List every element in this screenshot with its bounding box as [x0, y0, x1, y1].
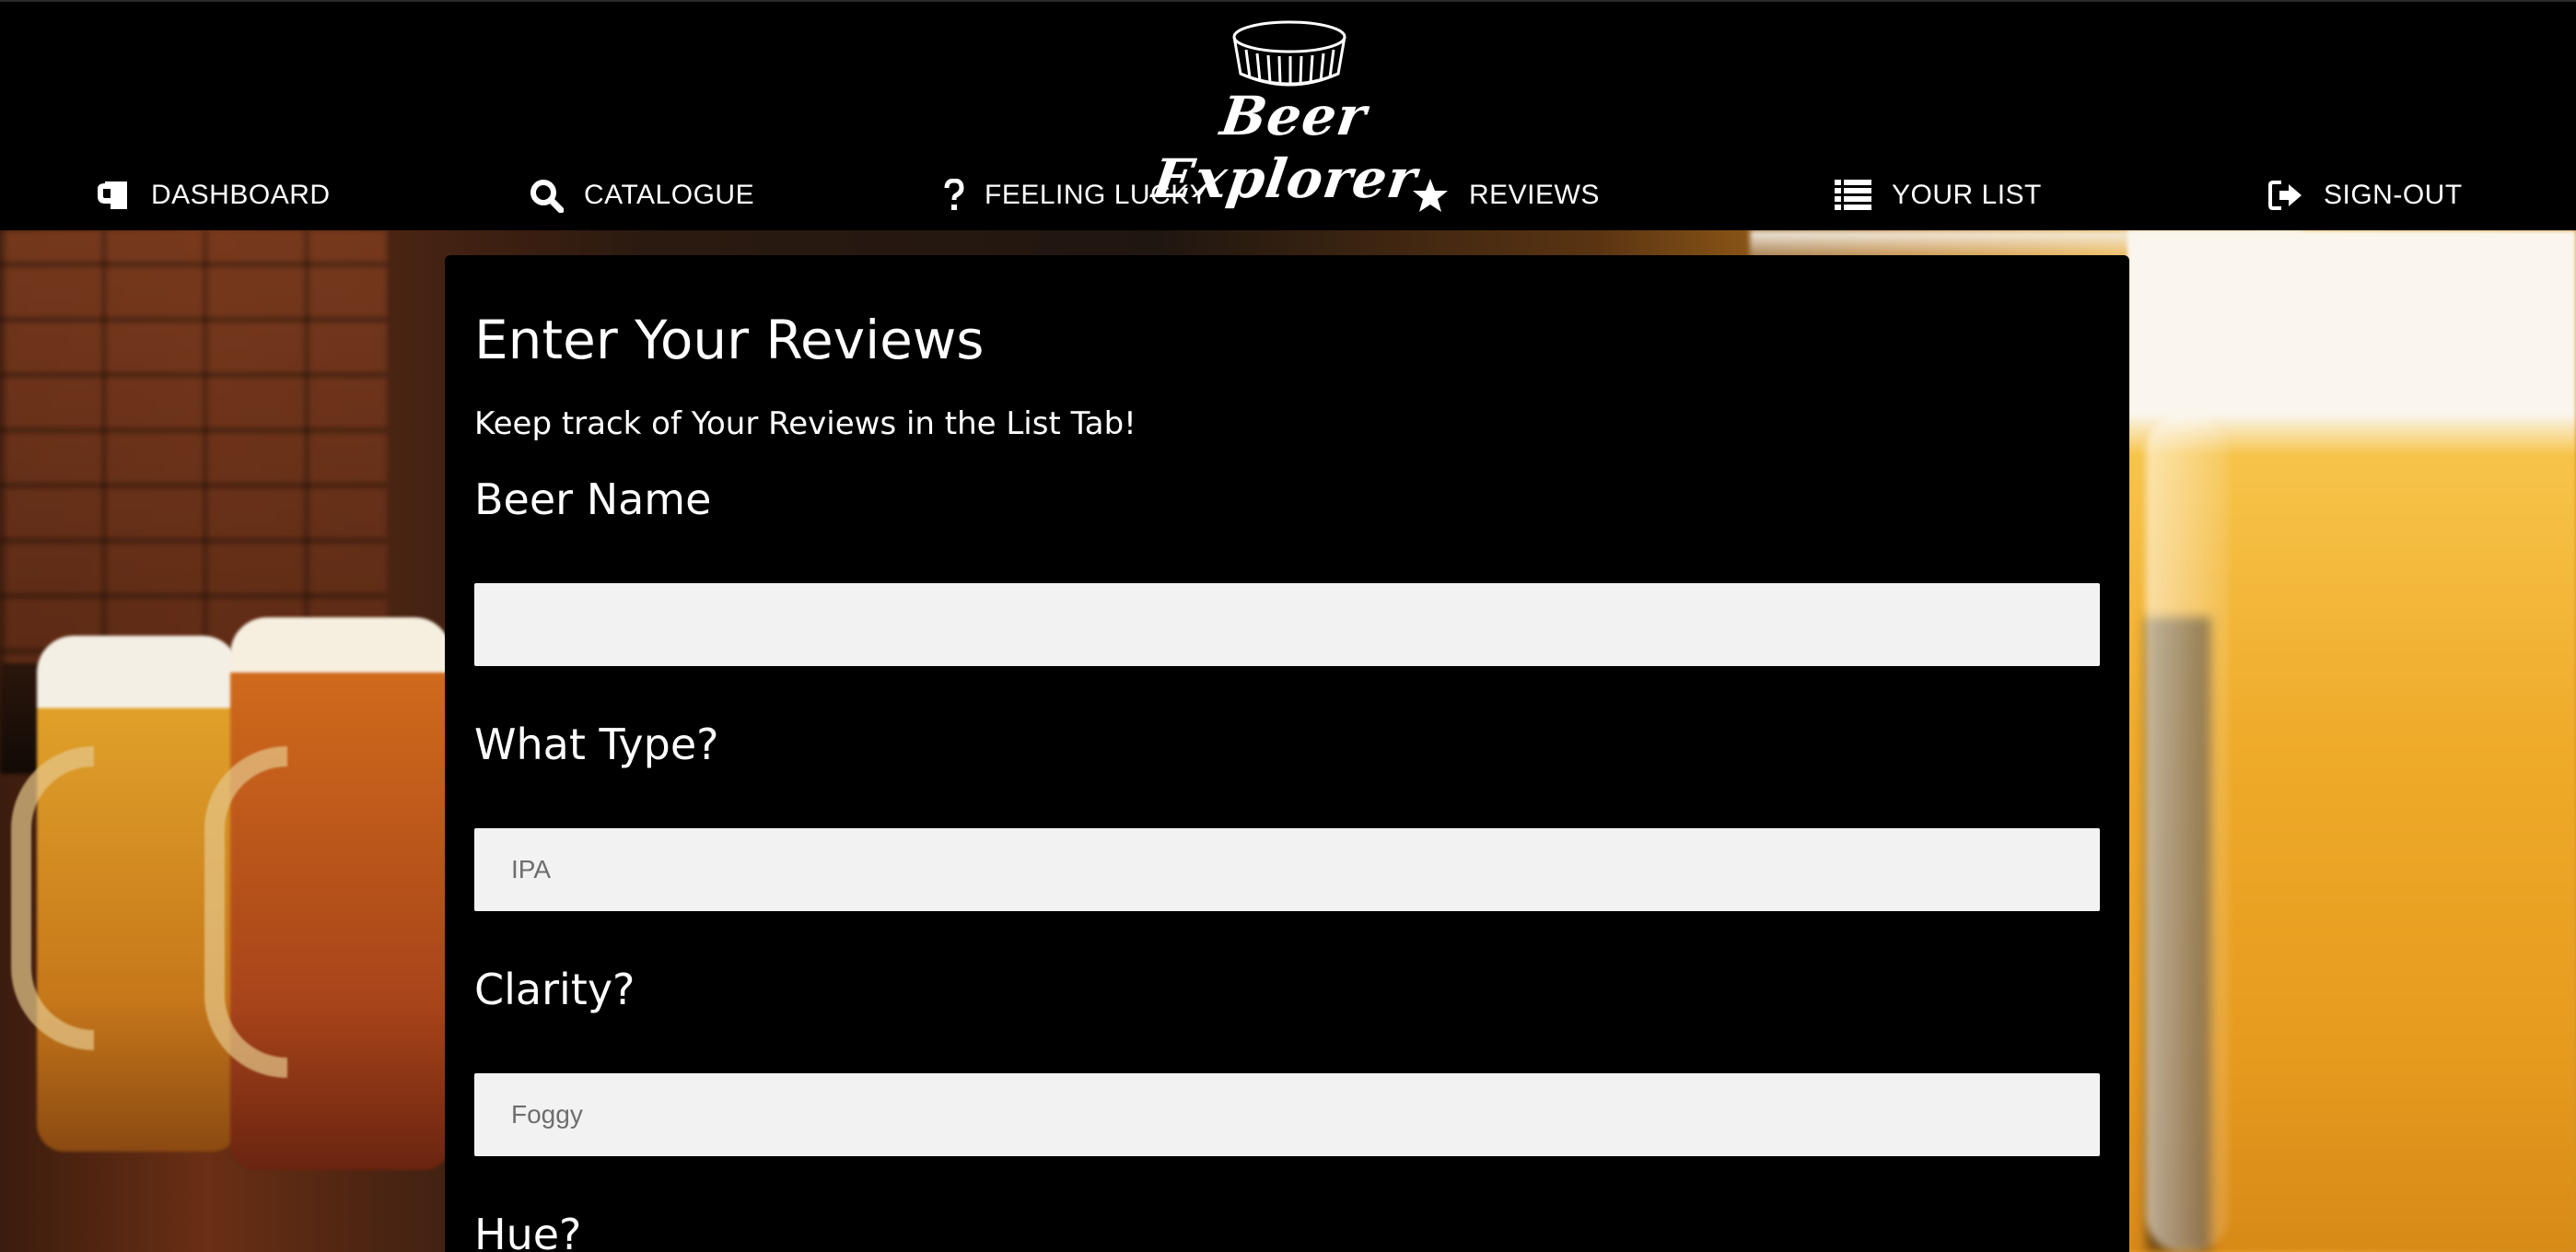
hue-label: Hue?	[474, 1210, 582, 1252]
nav-item-sign-out[interactable]: SIGN-OUT	[2268, 168, 2463, 223]
beer-type-label: What Type?	[474, 720, 719, 769]
list-icon	[1835, 180, 1871, 210]
site-header: Beer Explorer DASHBOARD CATALOGUE FEELIN…	[0, 0, 2576, 230]
question-icon	[944, 179, 964, 210]
nav-item-catalogue[interactable]: CATALOGUE	[529, 168, 754, 223]
main-nav: DASHBOARD CATALOGUE FEELING LUCKY REVIEW…	[0, 168, 2576, 223]
beer-name-input[interactable]	[474, 583, 2100, 666]
search-icon	[530, 180, 564, 213]
nav-label-catalogue: CATALOGUE	[584, 180, 755, 210]
page-subtitle: Keep track of Your Reviews in the List T…	[474, 405, 1136, 442]
review-form-card: Enter Your Reviews Keep track of Your Re…	[445, 255, 2129, 1252]
clarity-input[interactable]	[474, 1073, 2100, 1156]
nav-item-reviews[interactable]: REVIEWS	[1412, 168, 1600, 223]
nav-item-your-list[interactable]: YOUR LIST	[1835, 168, 2042, 223]
mug-handle-decor	[11, 746, 94, 1050]
glass-highlight-decor	[2146, 415, 2229, 1252]
nav-label-your-list: YOUR LIST	[1892, 180, 2042, 210]
logo-link[interactable]: Beer Explorer	[1142, 18, 1437, 210]
star-icon	[1413, 179, 1448, 212]
nav-label-feeling-lucky: FEELING LUCKY	[985, 180, 1209, 210]
beer-name-label: Beer Name	[474, 474, 712, 524]
sign-out-icon	[2268, 181, 2302, 210]
mug-handle-decor	[204, 746, 287, 1078]
clarity-label: Clarity?	[474, 965, 635, 1014]
nav-label-dashboard: DASHBOARD	[151, 180, 331, 210]
nav-item-dashboard[interactable]: DASHBOARD	[96, 168, 331, 223]
page-title: Enter Your Reviews	[474, 309, 985, 371]
page: Beer Explorer DASHBOARD CATALOGUE FEELIN…	[0, 0, 2576, 1252]
bottle-cap-icon	[1232, 20, 1346, 87]
nav-label-sign-out: SIGN-OUT	[2324, 180, 2463, 210]
mug-icon	[98, 181, 127, 209]
nav-label-reviews: REVIEWS	[1469, 180, 1600, 210]
beer-type-input[interactable]	[474, 828, 2100, 911]
nav-item-feeling-lucky[interactable]: FEELING LUCKY	[944, 168, 1208, 223]
